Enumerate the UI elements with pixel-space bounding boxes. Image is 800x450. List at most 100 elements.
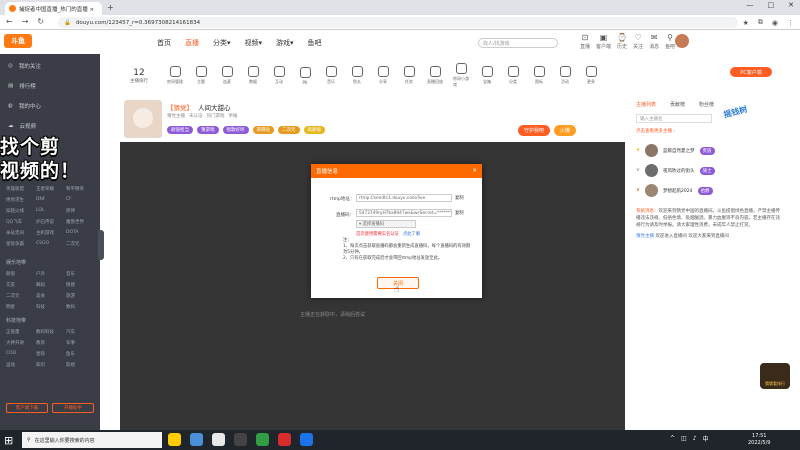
sidebar-grid-item[interactable]: LOL — [36, 208, 66, 214]
dialog-close-icon[interactable]: ✕ — [472, 168, 477, 174]
header-live-button[interactable]: ⊡ 直播 — [580, 33, 590, 50]
sidebar-grid-item[interactable]: 星际 — [36, 351, 66, 357]
sidebar-grid-item[interactable]: 知识 — [36, 362, 66, 368]
header-yuba-button[interactable]: ⚲ 鱼吧 — [665, 33, 675, 50]
learn-more-link[interactable]: 点此了解 — [403, 231, 420, 237]
category-item[interactable]: 活动 — [557, 66, 573, 85]
sidebar-grid-item[interactable]: 永劫无间 — [6, 230, 36, 236]
minimize-button[interactable]: — — [747, 1, 754, 9]
sidebar-grid-item[interactable]: 汽车 — [66, 329, 96, 335]
taskbar-app-icon[interactable] — [300, 433, 313, 446]
sidebar-grid-item[interactable]: 二次元 — [6, 293, 36, 299]
sidebar-grid-item[interactable]: 英雄联盟 — [6, 186, 36, 192]
category-item[interactable]: 直播回放 — [427, 66, 443, 85]
sidebar-grid-item[interactable]: 大神开讲 — [6, 340, 36, 346]
category-item[interactable]: 更多 — [583, 66, 599, 85]
url-field[interactable]: 🔒 douyu.com/123457_r=0.3697308214161834 — [58, 17, 738, 28]
more-anchors-link[interactable]: 点击查看更多主播 › — [636, 128, 675, 134]
sidebar-grid-item[interactable]: 魔兽世界 — [66, 219, 96, 225]
sidebar-grid-item[interactable]: 美食 — [36, 293, 66, 299]
taskbar-app-icon[interactable] — [212, 433, 225, 446]
tab-contribution[interactable]: 贡献榜 — [670, 101, 685, 108]
anchor-rank[interactable]: 12 主播排行 — [130, 68, 148, 84]
extensions-icon[interactable]: ⧉ — [758, 18, 763, 27]
category-item[interactable]: 数据 — [245, 66, 261, 85]
follow-button[interactable]: 守护我吧 — [518, 125, 551, 136]
taskbar-search[interactable]: ⚲ 在这里输入你要搜索的内容 — [22, 432, 162, 448]
taskbar-clock[interactable]: 17:51 2022/5/9 — [748, 433, 770, 447]
taskbar-app-icon[interactable] — [234, 433, 247, 446]
sidebar-grid-item[interactable]: 星际争霸 — [6, 241, 36, 247]
bookmark-star-icon[interactable]: ★ — [743, 19, 749, 27]
room-tag[interactable]: 猜游戏 — [197, 126, 219, 134]
sidebar-grid-item[interactable]: 鱼乐 — [66, 351, 96, 357]
rank-item[interactable]: ♛ 夜风吹过的街头 骑士 — [636, 164, 715, 177]
sidebar-grid-item[interactable]: COD — [6, 351, 36, 357]
sidebar-grid-item[interactable]: CSGO — [36, 241, 66, 247]
sidebar-grid-item[interactable]: 炉石传说 — [36, 219, 66, 225]
taskbar-app-icon[interactable] — [190, 433, 203, 446]
category-item[interactable]: PK — [297, 66, 313, 85]
category-item[interactable]: 房间管理 — [167, 66, 183, 85]
header-follow-button[interactable]: ♡ 关注 — [633, 33, 643, 50]
forward-icon[interactable]: → — [22, 17, 29, 26]
network-icon[interactable]: ◫ — [681, 435, 687, 442]
sidebar-grid-item[interactable]: 舞蹈 — [36, 282, 66, 288]
sidebar-grid-item[interactable]: 影视 — [66, 362, 96, 368]
rank-item[interactable]: ♛ 梦想起航2024 伯爵 — [636, 184, 713, 197]
right-search-input[interactable]: 输入主播名 — [636, 114, 712, 123]
site-logo[interactable]: 斗鱼 — [4, 34, 32, 48]
sidebar-grid-item[interactable]: 教育 — [36, 340, 66, 346]
room-tag[interactable]: 高颜值 — [303, 126, 325, 134]
maximize-button[interactable]: □ — [768, 1, 775, 9]
sidebar-grid-item[interactable]: QQ飞车 — [6, 219, 36, 225]
rank-item[interactable]: ♛ 蓝鲸自然夏之梦 贵族 — [636, 144, 715, 157]
chevron-up-icon[interactable]: ^ — [670, 435, 675, 442]
ime-icon[interactable]: 中 — [703, 434, 709, 443]
browser-menu-icon[interactable]: ⋮ — [787, 19, 794, 27]
sidebar-grid-item[interactable]: 正能量 — [6, 329, 36, 335]
sidebar-grid-item[interactable]: 运动 — [6, 362, 36, 368]
tab-anchor-list[interactable]: 主播列表 — [636, 101, 656, 108]
room-tag[interactable]: 唱歌好听 — [222, 126, 249, 134]
header-history-button[interactable]: ⌚ 历史 — [617, 33, 627, 50]
sidebar-item-center[interactable]: ◍ 我的中心 — [8, 102, 41, 110]
client-download-button[interactable]: 客户端下载 — [6, 403, 48, 413]
category-item[interactable]: 音乐 — [323, 66, 339, 85]
sidebar-grid-item[interactable]: 数码 — [66, 304, 96, 310]
sidebar-grid-item[interactable]: 二次元 — [66, 241, 96, 247]
copy-stream-button[interactable]: 复制 — [455, 210, 464, 216]
sidebar-grid-item[interactable]: 户外 — [36, 271, 66, 277]
rtmp-field[interactable]: rtmp://sendtc1.douyu.com/live — [356, 194, 452, 202]
sidebar-grid-item[interactable]: 科技 — [36, 304, 66, 310]
room-tag[interactable]: 二次元 — [278, 126, 300, 134]
nav-home[interactable]: 首页 — [157, 38, 171, 48]
nav-category[interactable]: 分类▾ — [213, 38, 231, 48]
sidebar-item-follow[interactable]: ◎ 我的关注 — [8, 62, 41, 70]
header-message-button[interactable]: ✉ 消息 — [649, 33, 659, 50]
nav-game[interactable]: 游戏▾ — [276, 38, 294, 48]
taskbar-app-icon[interactable] — [278, 433, 291, 446]
nav-video[interactable]: 视频▾ — [245, 38, 263, 48]
profile-icon[interactable]: ◉ — [772, 19, 778, 27]
browser-tab[interactable]: 捕捉者中国直播_热门的直播 × — [5, 2, 102, 15]
tab-fans[interactable]: 粉丝榜 — [699, 101, 714, 108]
category-item[interactable]: 图标 — [531, 66, 547, 85]
sidebar-item-rank[interactable]: ▤ 排行榜 — [8, 82, 36, 90]
room-tag[interactable]: 萌萌哒 — [252, 126, 274, 134]
taskbar-app-icon[interactable] — [168, 433, 181, 446]
sidebar-grid-item[interactable]: 明星 — [6, 304, 36, 310]
sidebar-item-cloud[interactable]: ☁ 云视频 — [8, 122, 36, 130]
user-avatar[interactable] — [675, 34, 689, 48]
taskbar-app-icon[interactable] — [256, 433, 269, 446]
back-icon[interactable]: ← — [6, 17, 13, 26]
sidebar-grid-item[interactable]: 原神 — [66, 208, 96, 214]
copy-rtmp-button[interactable]: 复制 — [455, 195, 464, 201]
floating-event-badge[interactable]: 猜猜看排行 — [760, 363, 790, 389]
sidebar-grid-item[interactable]: 穿越火线 — [6, 208, 36, 214]
stream-code-field[interactable]: 5472749ryH7bx8947wx&wsSecret=********** — [356, 209, 452, 217]
sidebar-grid-item[interactable]: 音乐 — [66, 271, 96, 277]
sidebar-grid-item[interactable]: DOTA — [66, 230, 96, 236]
anchor-avatar[interactable] — [124, 100, 162, 138]
header-client-button[interactable]: ▣ 客户端 — [596, 33, 611, 50]
